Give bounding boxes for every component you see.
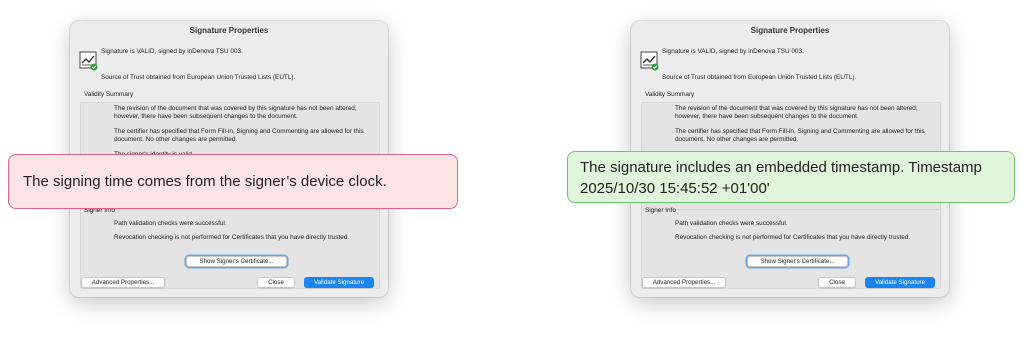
- advanced-properties-button[interactable]: Advanced Properties...: [81, 277, 165, 288]
- signature-status-text: Signature is VALID, signed by inDenova T…: [101, 48, 243, 55]
- validity-line-2: The certifier has specified that Form Fi…: [675, 128, 925, 143]
- validity-line-1: The revision of the document that was co…: [114, 105, 357, 120]
- dialog-title: Signature Properties: [750, 26, 830, 35]
- validity-line-1: The revision of the document that was co…: [675, 105, 918, 120]
- signer-line-2: Revocation checking is not performed for…: [675, 234, 911, 241]
- panel-divider: [81, 209, 379, 210]
- advanced-properties-button[interactable]: Advanced Properties...: [642, 277, 726, 288]
- dialog-title: Signature Properties: [189, 26, 269, 35]
- close-button[interactable]: Close: [818, 277, 856, 288]
- show-signer-certificate-button[interactable]: Show Signer's Certificate...: [186, 256, 287, 267]
- certified-signature-check-icon: [79, 51, 98, 71]
- callout-text: The signature includes an embedded times…: [580, 159, 982, 197]
- validity-summary-label: Validity Summary: [84, 91, 134, 98]
- signer-info-label: Signer Info: [645, 207, 676, 214]
- validate-signature-button[interactable]: Validate Signature: [304, 277, 374, 288]
- validity-line-2: The certifier has specified that Form Fi…: [114, 128, 364, 143]
- panel-divider: [642, 209, 940, 210]
- validity-summary-label: Validity Summary: [645, 91, 695, 98]
- trust-source-text: Source of Trust obtained from European U…: [101, 74, 296, 81]
- certified-signature-check-icon: [640, 51, 659, 71]
- signer-line-1: Path validation checks were successful.: [675, 220, 788, 227]
- signing-time-warning-callout: The signing time comes from the signer’s…: [8, 154, 458, 209]
- signer-line-1: Path validation checks were successful.: [114, 220, 227, 227]
- signer-line-2: Revocation checking is not performed for…: [114, 234, 350, 241]
- trust-source-text: Source of Trust obtained from European U…: [662, 74, 857, 81]
- signature-status-text: Signature is VALID, signed by inDenova T…: [662, 48, 804, 55]
- show-signer-certificate-button[interactable]: Show Signer's Certificate...: [747, 256, 848, 267]
- validate-signature-button[interactable]: Validate Signature: [865, 277, 935, 288]
- callout-text: The signing time comes from the signer’s…: [23, 173, 387, 190]
- close-button[interactable]: Close: [257, 277, 295, 288]
- embedded-timestamp-callout: The signature includes an embedded times…: [567, 151, 1015, 203]
